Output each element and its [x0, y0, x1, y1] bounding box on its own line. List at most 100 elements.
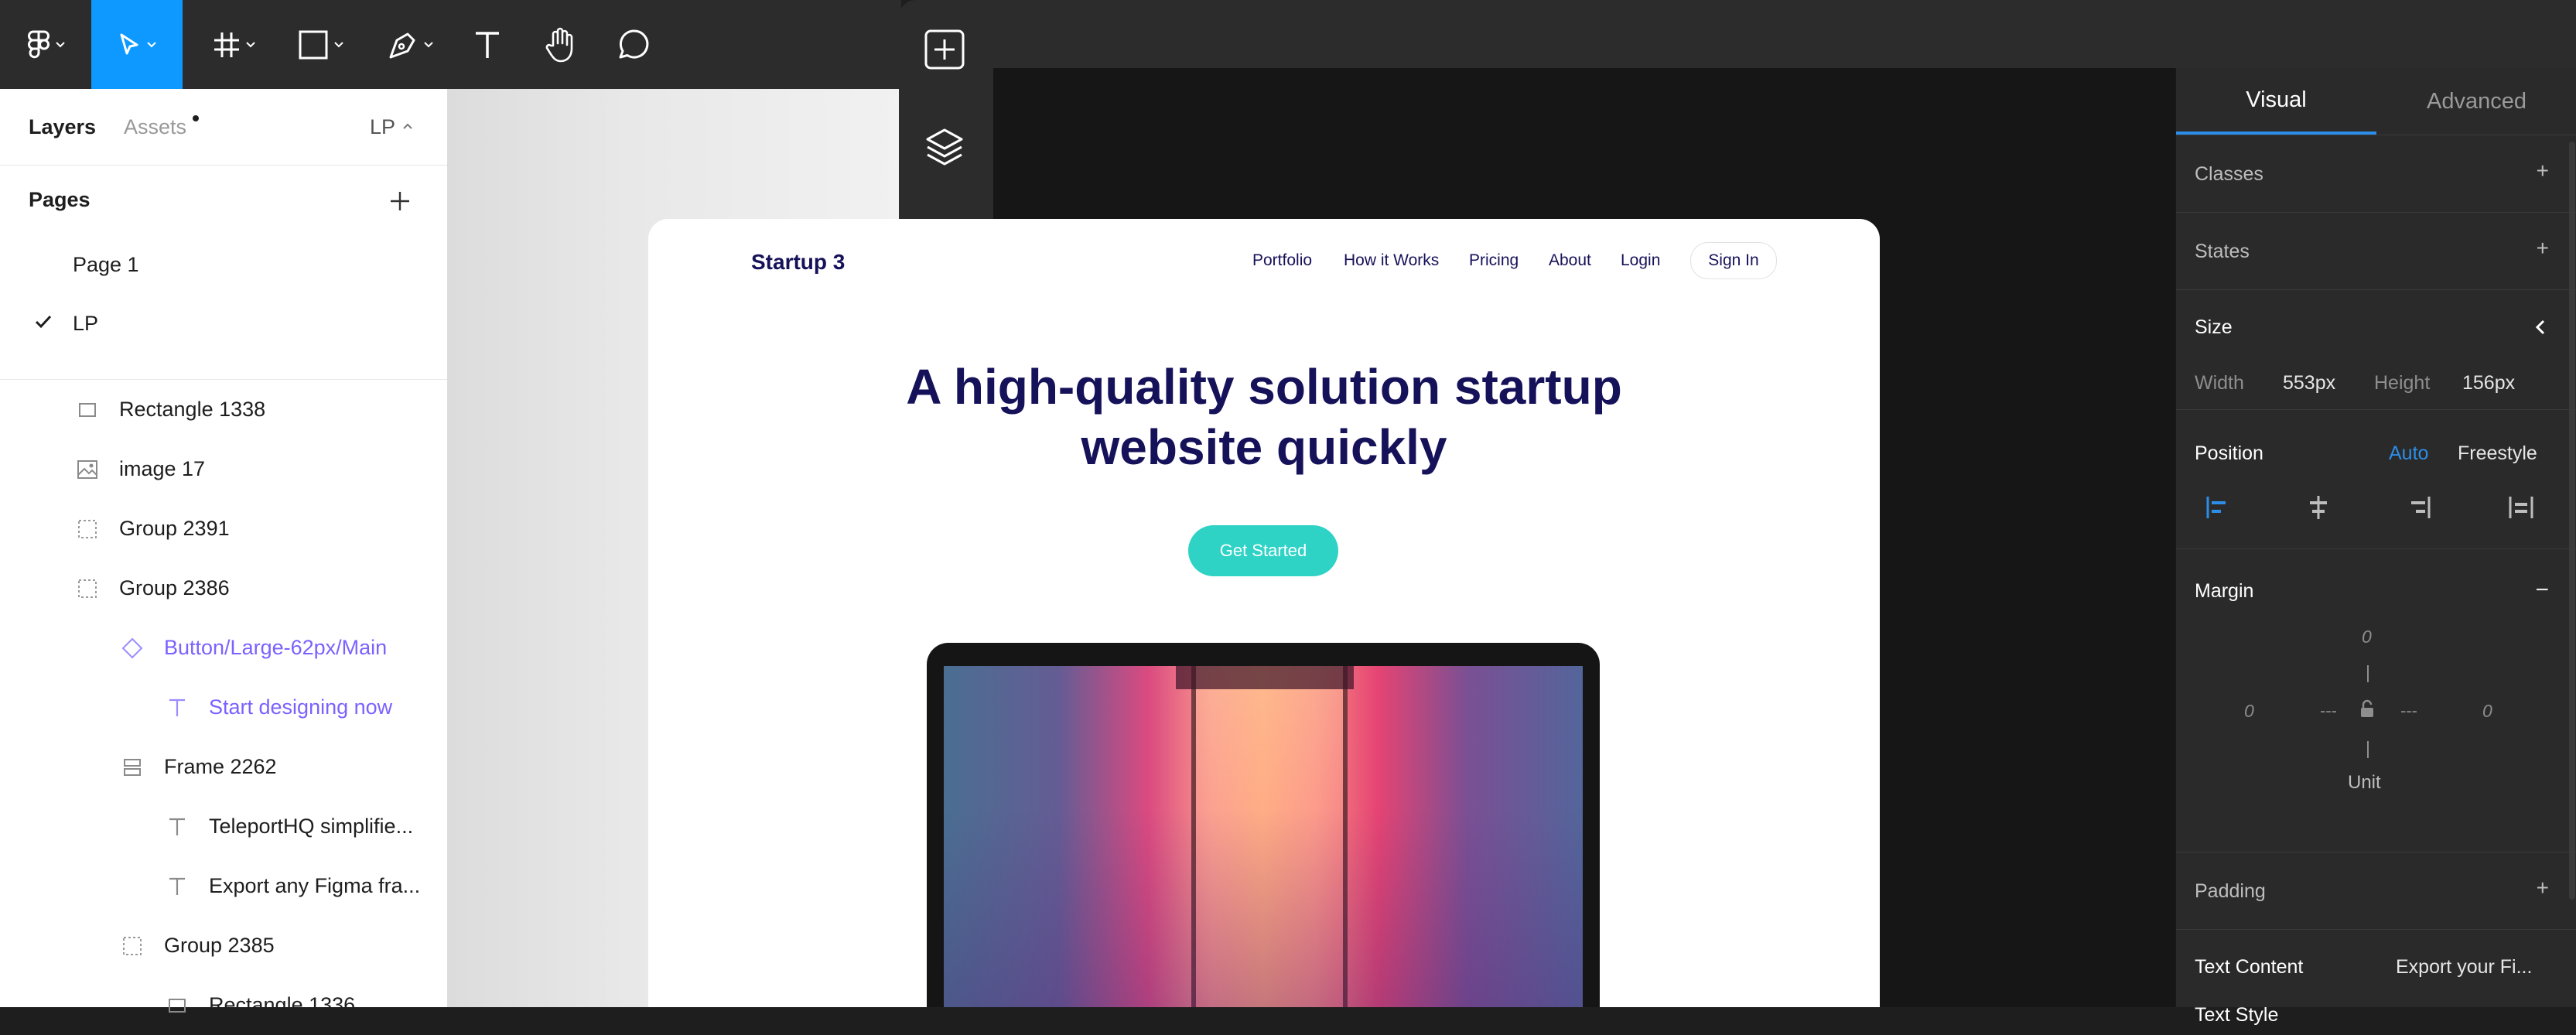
site-logo[interactable]: Startup 3: [751, 250, 845, 275]
add-padding-icon[interactable]: +: [2537, 876, 2549, 900]
add-page-icon[interactable]: [388, 190, 412, 213]
layer-row[interactable]: Start designing now: [166, 678, 392, 737]
classes-title: Classes: [2195, 163, 2263, 185]
tab-visual[interactable]: Visual: [2176, 68, 2376, 135]
add-icon: [924, 29, 965, 70]
margin-left-value[interactable]: 0: [2244, 701, 2254, 722]
layer-label: image 17: [119, 457, 206, 480]
frame-tool-button[interactable]: [200, 0, 269, 89]
nav-link-portfolio[interactable]: Portfolio: [1252, 251, 1312, 270]
chevron-up-icon[interactable]: [402, 122, 413, 130]
layer-row[interactable]: Group 2385: [121, 916, 275, 975]
layer-label: Start designing now: [209, 695, 393, 719]
position-title: Position: [2195, 442, 2263, 464]
tab-advanced[interactable]: Advanced: [2376, 68, 2576, 135]
nav-link-about[interactable]: About: [1549, 251, 1591, 270]
sign-in-button[interactable]: Sign In: [1690, 242, 1777, 279]
shape-tool-button[interactable]: [286, 0, 356, 89]
rectangle-icon: [76, 398, 99, 422]
margin-dash-left: ---: [2320, 701, 2337, 720]
component-instance-icon: [121, 637, 144, 660]
checkmark-icon: [35, 315, 52, 329]
position-auto-option[interactable]: Auto: [2389, 442, 2428, 465]
layer-row[interactable]: image 17: [76, 439, 205, 499]
tab-layers[interactable]: Layers: [29, 115, 96, 139]
move-tool-button[interactable]: [91, 0, 183, 89]
layer-row[interactable]: TeleportHQ simplifie...: [166, 797, 413, 856]
align-center-icon: [2310, 496, 2327, 519]
layers-button[interactable]: [918, 121, 971, 173]
chevron-down-icon: [56, 41, 65, 47]
size-title: Size: [2195, 316, 2233, 338]
margin-unit-label[interactable]: Unit: [2348, 772, 2381, 794]
laptop-screen-image: [944, 666, 1583, 1007]
pen-tool-button[interactable]: [376, 0, 446, 89]
distribute-button[interactable]: [2507, 494, 2535, 521]
rectangle-tool-icon: [299, 30, 328, 59]
height-input[interactable]: 156px: [2462, 372, 2515, 395]
layer-label: Export any Figma fra...: [209, 874, 421, 897]
layer-label: Button/Large-62px/Main: [164, 636, 388, 659]
classes-section[interactable]: Classes +: [2176, 135, 2576, 213]
add-element-button[interactable]: [918, 23, 971, 76]
figma-logo-icon: [28, 30, 50, 58]
text-content-label: Text Content: [2195, 956, 2304, 978]
position-section: Position Auto Freestyle: [2176, 409, 2576, 549]
margin-title: Margin: [2195, 580, 2254, 602]
chevron-down-icon: [246, 41, 255, 47]
align-right-button[interactable]: [2405, 494, 2433, 521]
layer-row[interactable]: Group 2391: [76, 499, 230, 558]
page-item[interactable]: Page 1: [0, 236, 447, 282]
website-preview[interactable]: Startup 3 Portfolio How it Works Pricing…: [648, 219, 1880, 1007]
pages-header: Pages: [29, 188, 91, 211]
collapse-margin-icon[interactable]: −: [2535, 577, 2549, 603]
hero-headline-line2: website quickly: [1081, 419, 1447, 475]
margin-top-value[interactable]: 0: [2362, 627, 2372, 647]
text-content-value[interactable]: Export your Fi...: [2396, 956, 2532, 979]
layer-row[interactable]: Button/Large-62px/Main: [121, 618, 387, 678]
lock-icon[interactable]: [2359, 699, 2376, 719]
properties-tabs: Visual Advanced: [2176, 68, 2576, 135]
position-freestyle-option[interactable]: Freestyle: [2458, 442, 2537, 465]
page-selector[interactable]: LP: [370, 115, 395, 139]
size-section: Size Width 553px Height 156px: [2176, 289, 2576, 410]
properties-scrollbar[interactable]: [2569, 142, 2575, 900]
layer-label: Group 2386: [119, 576, 230, 599]
laptop-mockup: [927, 643, 1600, 1007]
margin-right-value[interactable]: 0: [2482, 701, 2492, 722]
width-input[interactable]: 553px: [2283, 372, 2335, 395]
chevron-left-icon[interactable]: [2535, 319, 2546, 336]
comment-tool-button[interactable]: [611, 0, 658, 89]
layer-row[interactable]: Export any Figma fra...: [166, 856, 420, 916]
align-left-button[interactable]: [2204, 494, 2232, 521]
assets-notification-dot: [193, 115, 199, 121]
layer-row[interactable]: Rectangle 1338: [76, 380, 265, 439]
layer-label: Group 2391: [119, 517, 230, 540]
layer-label: Rectangle 1338: [119, 398, 266, 421]
nav-link-how-it-works[interactable]: How it Works: [1344, 251, 1439, 270]
text-tool-button[interactable]: [464, 0, 511, 89]
layer-row[interactable]: Frame 2262: [121, 737, 277, 797]
rectangle-icon: [166, 994, 189, 1017]
nav-link-login[interactable]: Login: [1621, 251, 1660, 270]
auto-layout-icon: [121, 756, 144, 779]
hand-tool-button[interactable]: [538, 0, 584, 89]
layer-row[interactable]: Group 2386: [76, 558, 230, 618]
nav-link-pricing[interactable]: Pricing: [1469, 251, 1519, 270]
align-center-button[interactable]: [2304, 494, 2332, 521]
layer-row[interactable]: Rectangle 1336: [166, 975, 355, 1035]
width-label: Width: [2195, 372, 2244, 394]
page-item-selected[interactable]: LP: [0, 296, 447, 343]
teleport-top-bar: [993, 0, 2576, 68]
get-started-button[interactable]: Get Started: [1188, 525, 1338, 576]
group-icon: [76, 577, 99, 600]
states-section[interactable]: States +: [2176, 212, 2576, 290]
padding-section[interactable]: Padding +: [2176, 852, 2576, 930]
add-state-icon[interactable]: +: [2537, 236, 2549, 261]
add-class-icon[interactable]: +: [2537, 159, 2549, 183]
frame-hash-icon: [214, 32, 239, 57]
image-icon: [76, 458, 99, 481]
figma-menu-button[interactable]: [15, 0, 77, 89]
align-left-icon: [2206, 497, 2226, 518]
tab-assets[interactable]: Assets: [124, 115, 186, 139]
